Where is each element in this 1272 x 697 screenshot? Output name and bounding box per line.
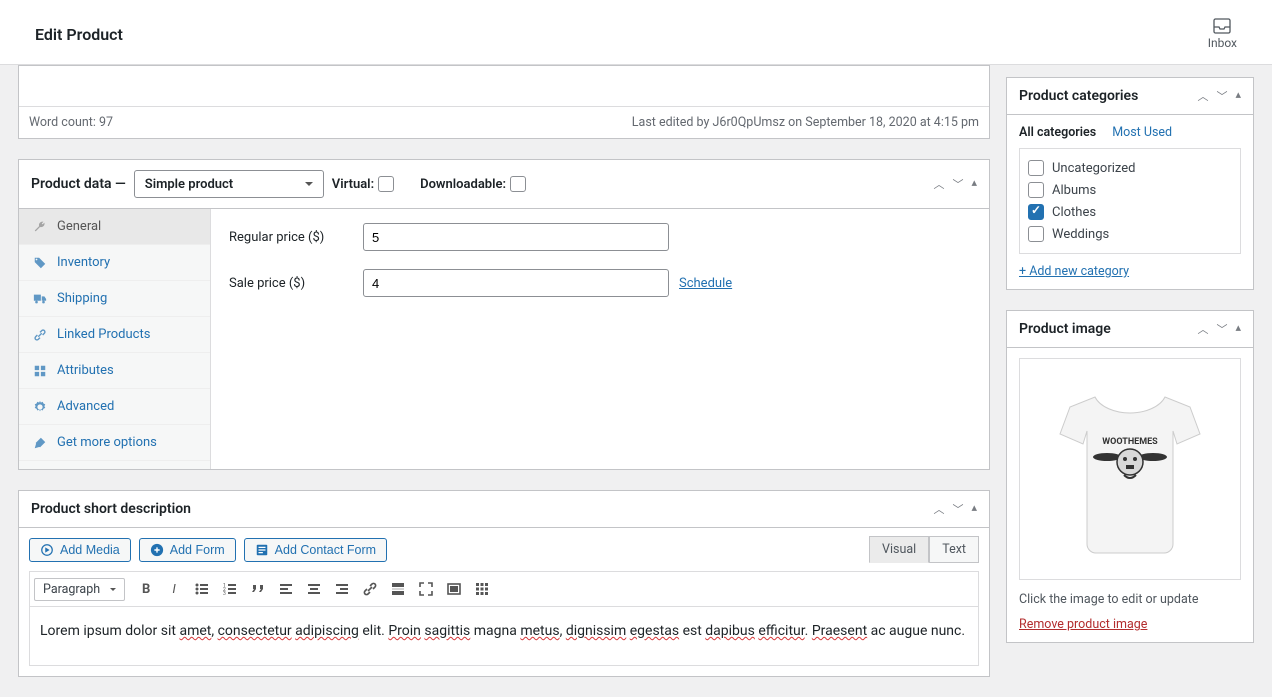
inbox-label: Inbox <box>1208 36 1237 50</box>
panel-down-icon[interactable]: ﹀ <box>1216 88 1227 104</box>
tab-linked-products[interactable]: Linked Products <box>19 317 210 353</box>
category-checkbox-uncategorized[interactable] <box>1028 160 1044 176</box>
product-image-panel: Product image ︿ ﹀ ▴ WOOTHEMES <box>1006 310 1254 643</box>
sale-price-label: Sale price ($) <box>229 276 363 291</box>
word-count: Word count: 97 <box>29 115 113 130</box>
inbox-button[interactable]: Inbox <box>1208 18 1237 50</box>
gear-icon <box>33 400 47 414</box>
text-tab[interactable]: Text <box>929 536 979 563</box>
panel-up-icon[interactable]: ︿ <box>1197 88 1208 104</box>
align-right-button[interactable] <box>329 576 355 602</box>
product-data-panel: Product data — Simple product Virtual: D… <box>18 159 990 470</box>
image-note: Click the image to edit or update <box>1019 592 1241 607</box>
panel-up-icon[interactable]: ︿ <box>933 176 944 192</box>
regular-price-input[interactable] <box>363 223 669 251</box>
sale-price-input[interactable] <box>363 269 669 297</box>
short-description-panel: Product short description ︿ ﹀ ▴ Add Medi… <box>18 490 990 677</box>
tag-icon <box>33 256 47 270</box>
category-checkbox-weddings[interactable] <box>1028 226 1044 242</box>
downloadable-option[interactable]: Downloadable: <box>420 176 526 192</box>
product-type-select[interactable]: Simple product <box>134 170 324 198</box>
page-title: Edit Product <box>35 25 123 44</box>
page-header: Edit Product Inbox <box>0 0 1272 65</box>
italic-button[interactable]: I <box>161 576 187 602</box>
last-edited: Last edited by J6r0QpUmsz on September 1… <box>632 115 979 130</box>
inbox-icon <box>1213 18 1231 34</box>
truck-icon <box>33 292 47 306</box>
align-center-button[interactable] <box>301 576 327 602</box>
media-icon <box>40 543 54 557</box>
regular-price-label: Regular price ($) <box>229 230 363 245</box>
editor-toolbar: Paragraph B I 123 <box>29 571 979 606</box>
tab-attributes[interactable]: Attributes <box>19 353 210 389</box>
remove-product-image-link[interactable]: Remove product image <box>1019 617 1147 632</box>
product-image-title: Product image <box>1019 321 1111 337</box>
fullscreen-button[interactable] <box>413 576 439 602</box>
add-contact-form-button[interactable]: Add Contact Form <box>244 538 387 562</box>
wrench-icon <box>33 220 47 234</box>
grid-icon <box>33 364 47 378</box>
bullet-list-button[interactable] <box>189 576 215 602</box>
tab-advanced[interactable]: Advanced <box>19 389 210 425</box>
product-data-tabs: General Inventory Shipping Linked Produc… <box>19 209 211 469</box>
panel-collapse-icon[interactable]: ▴ <box>1235 88 1241 104</box>
add-media-button[interactable]: Add Media <box>29 538 131 562</box>
numbered-list-button[interactable]: 123 <box>217 576 243 602</box>
product-image-thumbnail[interactable]: WOOTHEMES <box>1019 358 1241 580</box>
distraction-free-button[interactable] <box>441 576 467 602</box>
add-new-category-link[interactable]: + Add new category <box>1019 264 1129 279</box>
all-categories-tab[interactable]: All categories <box>1019 125 1096 140</box>
editor-summary-panel: Word count: 97 Last edited by J6r0QpUmsz… <box>18 65 990 139</box>
form-icon <box>150 543 164 557</box>
editor-content[interactable]: Lorem ipsum dolor sit amet, consectetur … <box>29 606 979 666</box>
readmore-button[interactable] <box>385 576 411 602</box>
virtual-option[interactable]: Virtual: <box>332 176 394 192</box>
categories-title: Product categories <box>1019 88 1138 104</box>
link-button[interactable] <box>357 576 383 602</box>
panel-down-icon[interactable]: ﹀ <box>952 501 963 517</box>
panel-up-icon[interactable]: ︿ <box>1197 321 1208 337</box>
category-checkbox-albums[interactable] <box>1028 182 1044 198</box>
plus-icon <box>33 436 47 450</box>
tab-shipping[interactable]: Shipping <box>19 281 210 317</box>
panel-up-icon[interactable]: ︿ <box>933 501 944 517</box>
downloadable-checkbox[interactable] <box>510 176 526 192</box>
visual-tab[interactable]: Visual <box>869 536 929 563</box>
tab-general[interactable]: General <box>19 209 210 245</box>
tshirt-image: WOOTHEMES <box>1055 379 1205 559</box>
tab-inventory[interactable]: Inventory <box>19 245 210 281</box>
most-used-tab[interactable]: Most Used <box>1112 125 1172 140</box>
tab-get-more-options[interactable]: Get more options <box>19 425 210 461</box>
svg-text:WOOTHEMES: WOOTHEMES <box>1102 437 1158 447</box>
paragraph-select[interactable]: Paragraph <box>34 578 125 601</box>
category-list: Uncategorized Albums Clothes Weddings <box>1019 148 1241 254</box>
add-form-button[interactable]: Add Form <box>139 538 236 562</box>
category-checkbox-clothes[interactable] <box>1028 204 1044 220</box>
toolbar-toggle-button[interactable] <box>469 576 495 602</box>
contact-form-icon <box>255 543 269 557</box>
virtual-checkbox[interactable] <box>378 176 394 192</box>
short-description-title: Product short description <box>31 501 191 517</box>
product-categories-panel: Product categories ︿ ﹀ ▴ All categories … <box>1006 77 1254 290</box>
panel-collapse-icon[interactable]: ▴ <box>1235 321 1241 337</box>
product-data-title: Product data — <box>31 176 126 192</box>
quote-button[interactable] <box>245 576 271 602</box>
align-left-button[interactable] <box>273 576 299 602</box>
panel-down-icon[interactable]: ﹀ <box>952 176 963 192</box>
link-icon <box>33 328 47 342</box>
panel-collapse-icon[interactable]: ▴ <box>971 501 977 517</box>
svg-text:3: 3 <box>223 591 226 597</box>
panel-collapse-icon[interactable]: ▴ <box>971 176 977 192</box>
panel-down-icon[interactable]: ﹀ <box>1216 321 1227 337</box>
bold-button[interactable]: B <box>133 576 159 602</box>
schedule-link[interactable]: Schedule <box>679 276 732 291</box>
